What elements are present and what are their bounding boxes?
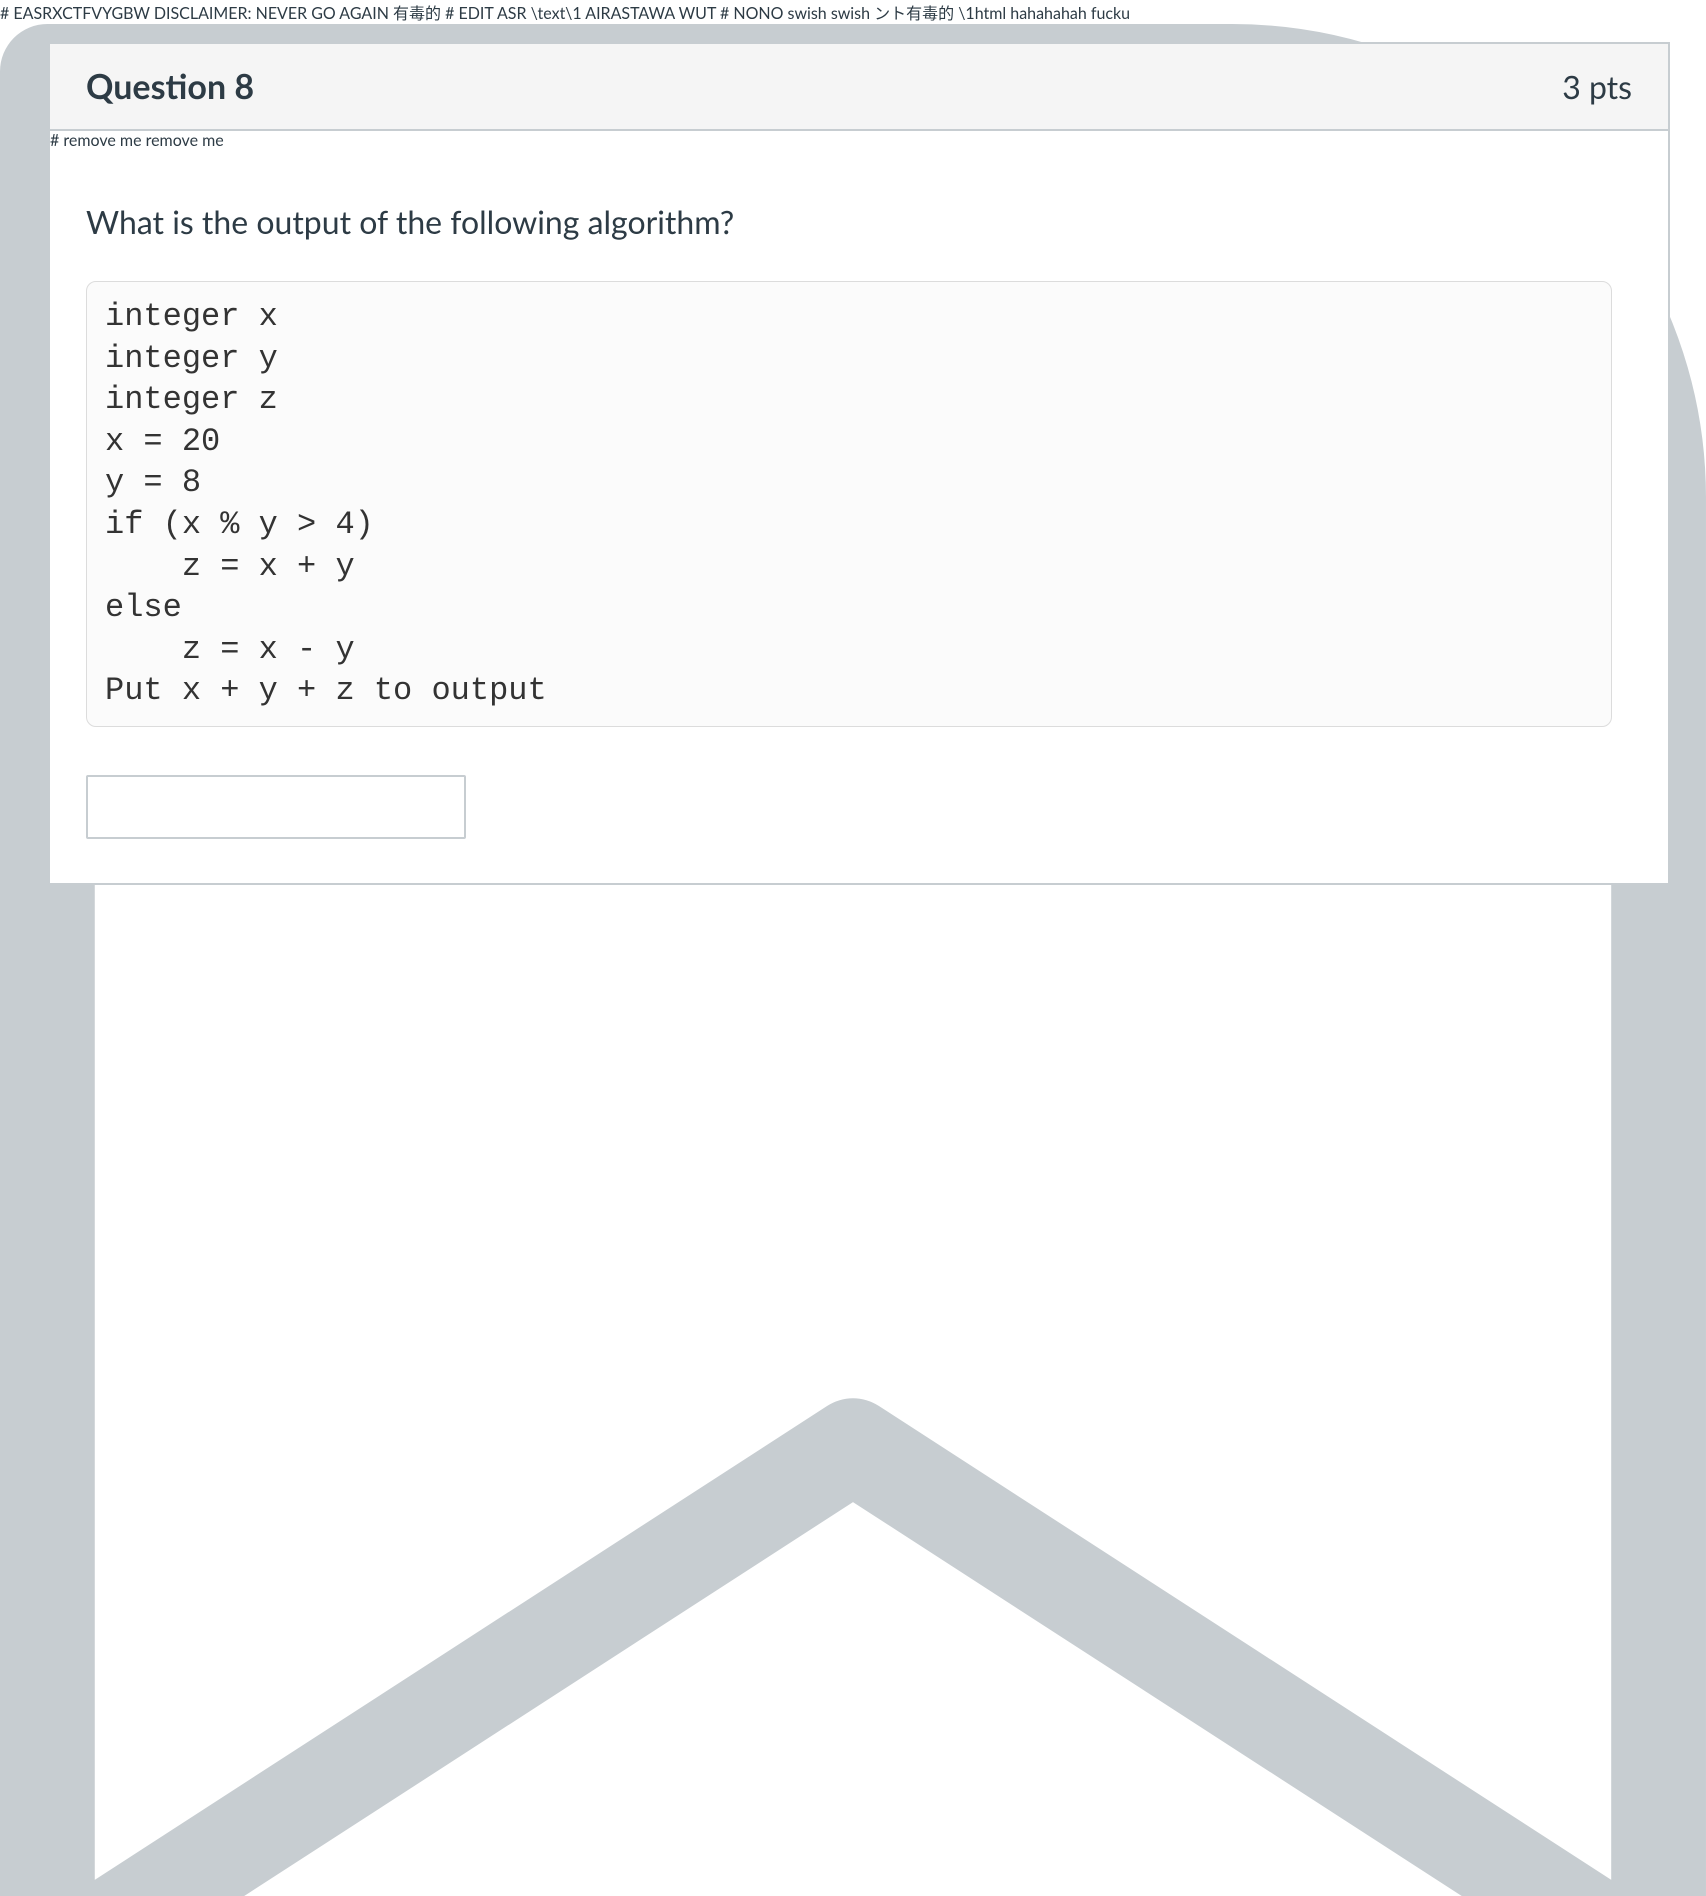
question-card: Question 8 3 pts # remove me remove me W… [48,42,1670,885]
page: # don't include this bit Question 8 3 pt… [0,24,1706,972]
code-block: integer x integer y integer z x = 20 y =… [86,281,1612,727]
card-body: What is the output of the following algo… [50,150,1668,883]
question-prompt: What is the output of the following algo… [86,202,1632,241]
question-title: Question 8 [86,66,254,107]
card-header: Question 8 3 pts [50,44,1668,131]
answer-input[interactable] [86,775,466,839]
question-points: 3 pts [1562,67,1632,106]
